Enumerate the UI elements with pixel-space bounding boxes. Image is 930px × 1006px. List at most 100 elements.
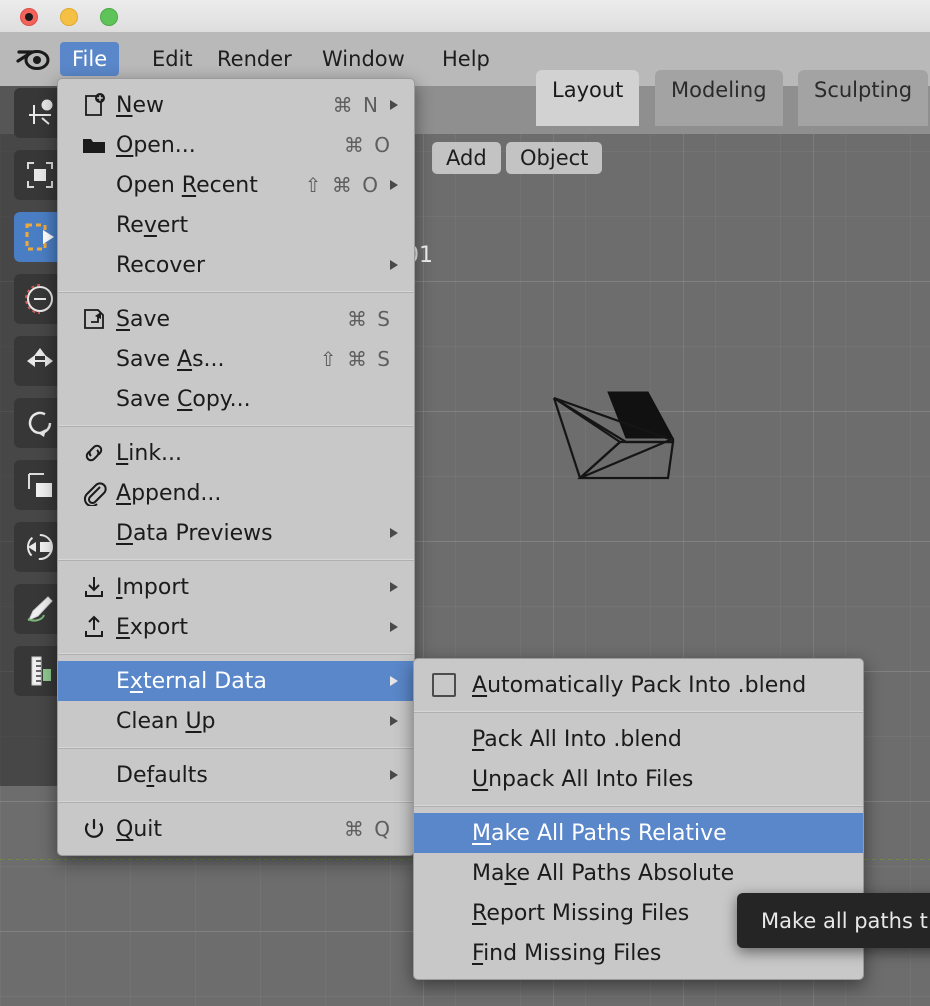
menu-item-label: Save bbox=[116, 306, 171, 332]
new-file-icon bbox=[72, 92, 116, 118]
menu-item-auto-pack[interactable]: Automatically Pack Into .blend bbox=[414, 665, 863, 705]
menu-item-link[interactable]: Link... bbox=[58, 433, 414, 473]
minimize-window-button[interactable] bbox=[60, 8, 78, 26]
maximize-window-button[interactable] bbox=[100, 8, 118, 26]
select-box-icon bbox=[27, 162, 53, 188]
menu-item-quit[interactable]: Quit ⌘ Q bbox=[58, 809, 414, 849]
menu-item-label: Import bbox=[116, 574, 190, 600]
menu-item-label: Link... bbox=[116, 440, 183, 466]
chevron-right-icon bbox=[388, 580, 400, 594]
chevron-right-icon bbox=[388, 674, 400, 688]
topbar-menu-edit[interactable]: Edit bbox=[140, 42, 205, 76]
tweak-icon bbox=[29, 99, 53, 125]
menu-item-label: Append... bbox=[116, 480, 222, 506]
power-icon bbox=[72, 816, 116, 842]
menu-item-clean-up[interactable]: Clean Up bbox=[58, 701, 414, 741]
workspace-tab-layout[interactable]: Layout bbox=[536, 70, 640, 126]
menu-item-label: Open Recent bbox=[116, 172, 258, 198]
export-icon bbox=[72, 614, 116, 640]
menu-item-export[interactable]: Export bbox=[58, 607, 414, 647]
folder-open-icon bbox=[72, 132, 116, 158]
annotate-pen-icon bbox=[27, 596, 53, 622]
menu-item-open[interactable]: Open... ⌘ O bbox=[58, 125, 414, 165]
menu-item-make-paths-relative[interactable]: Make All Paths Relative bbox=[414, 813, 863, 853]
chevron-right-icon bbox=[388, 714, 400, 728]
menu-item-label: New bbox=[116, 92, 164, 118]
topbar-menu-render[interactable]: Render bbox=[205, 42, 304, 76]
menu-item-label: Clean Up bbox=[116, 708, 216, 734]
chevron-right-icon bbox=[388, 620, 400, 634]
menu-item-label: Pack All Into .blend bbox=[472, 726, 682, 752]
topbar-menu-file[interactable]: File bbox=[60, 42, 120, 76]
menu-item-label: Save As... bbox=[116, 346, 225, 372]
object-menu-button[interactable]: Object bbox=[506, 142, 603, 174]
menu-item-label: Data Previews bbox=[116, 520, 273, 546]
add-menu-button[interactable]: Add bbox=[432, 142, 501, 174]
menu-item-append[interactable]: Append... bbox=[58, 473, 414, 513]
menu-separator bbox=[58, 291, 414, 293]
menu-item-import[interactable]: Import bbox=[58, 567, 414, 607]
menu-item-pack-all[interactable]: Pack All Into .blend bbox=[414, 719, 863, 759]
rotate-icon bbox=[28, 411, 52, 437]
workspace-tab-sculpting[interactable]: Sculpting bbox=[798, 70, 929, 126]
blender-logo-icon[interactable] bbox=[16, 46, 50, 72]
menu-item-revert[interactable]: Revert bbox=[58, 205, 414, 245]
camera-object[interactable] bbox=[548, 390, 678, 485]
menu-item-save-copy[interactable]: Save Copy... bbox=[58, 379, 414, 419]
topbar-menu-window[interactable]: Window bbox=[310, 42, 417, 76]
menu-item-shortcut: ⌘ N bbox=[332, 93, 380, 117]
window-titlebar bbox=[0, 0, 930, 33]
menu-item-defaults[interactable]: Defaults bbox=[58, 755, 414, 795]
menu-item-external-data[interactable]: External Data bbox=[58, 661, 414, 701]
menu-separator bbox=[414, 805, 863, 807]
chevron-right-icon bbox=[388, 258, 400, 272]
menu-item-label: Report Missing Files bbox=[472, 900, 690, 926]
cursor-icon bbox=[25, 223, 54, 251]
menu-item-recover[interactable]: Recover bbox=[58, 245, 414, 285]
scale-icon bbox=[28, 473, 52, 497]
chevron-right-icon bbox=[388, 178, 400, 192]
menu-item-label: Recover bbox=[116, 252, 205, 278]
transform-icon bbox=[25, 284, 53, 314]
close-window-button[interactable] bbox=[20, 8, 38, 26]
topbar-menu-help[interactable]: Help bbox=[430, 42, 502, 76]
menu-item-shortcut: ⌘ S bbox=[346, 307, 392, 331]
paperclip-icon bbox=[72, 480, 116, 506]
menu-item-label: Make All Paths Relative bbox=[472, 820, 727, 846]
file-dropdown-menu: New ⌘ N Open... ⌘ O Open Recent ⇧ ⌘ O Re… bbox=[57, 78, 415, 856]
checkbox-auto-pack[interactable] bbox=[432, 673, 472, 697]
menu-item-label: Make All Paths Absolute bbox=[472, 860, 735, 886]
menu-item-shortcut: ⌘ Q bbox=[343, 817, 392, 841]
menu-item-data-previews[interactable]: Data Previews bbox=[58, 513, 414, 553]
blender-window: Add Object 01 File Edit Render Window He… bbox=[0, 0, 930, 1006]
menu-item-unpack-all[interactable]: Unpack All Into Files bbox=[414, 759, 863, 799]
menu-separator bbox=[58, 559, 414, 561]
menu-item-label: Find Missing Files bbox=[472, 940, 662, 966]
link-icon bbox=[72, 440, 116, 466]
menu-item-label: Save Copy... bbox=[116, 386, 251, 412]
measure-ruler-icon bbox=[31, 656, 51, 686]
menu-item-shortcut: ⇧ ⌘ S bbox=[319, 347, 392, 371]
menu-item-label: Export bbox=[116, 614, 189, 640]
menu-item-shortcut: ⇧ ⌘ O bbox=[304, 173, 380, 197]
menu-item-open-recent[interactable]: Open Recent ⇧ ⌘ O bbox=[58, 165, 414, 205]
menu-item-label: Automatically Pack Into .blend bbox=[472, 672, 807, 698]
menu-item-save-as[interactable]: Save As... ⇧ ⌘ S bbox=[58, 339, 414, 379]
workspace-tab-modeling[interactable]: Modeling bbox=[655, 70, 783, 126]
tooltip-text: Make all paths t bbox=[761, 908, 928, 933]
menu-item-label: Defaults bbox=[116, 762, 208, 788]
menu-item-label: Open... bbox=[116, 132, 196, 158]
chevron-right-icon bbox=[388, 98, 400, 112]
menu-item-save[interactable]: Save ⌘ S bbox=[58, 299, 414, 339]
menu-item-label: Revert bbox=[116, 212, 189, 238]
menu-item-new[interactable]: New ⌘ N bbox=[58, 85, 414, 125]
save-icon bbox=[72, 306, 116, 332]
menu-item-make-paths-absolute[interactable]: Make All Paths Absolute bbox=[414, 853, 863, 893]
menu-item-label: Quit bbox=[116, 816, 163, 842]
menu-separator bbox=[414, 711, 863, 713]
checkbox-box-icon bbox=[432, 673, 456, 697]
transform-gizmo-icon bbox=[27, 534, 53, 560]
import-icon bbox=[72, 574, 116, 600]
menu-separator bbox=[58, 425, 414, 427]
menu-item-label: External Data bbox=[116, 668, 267, 694]
